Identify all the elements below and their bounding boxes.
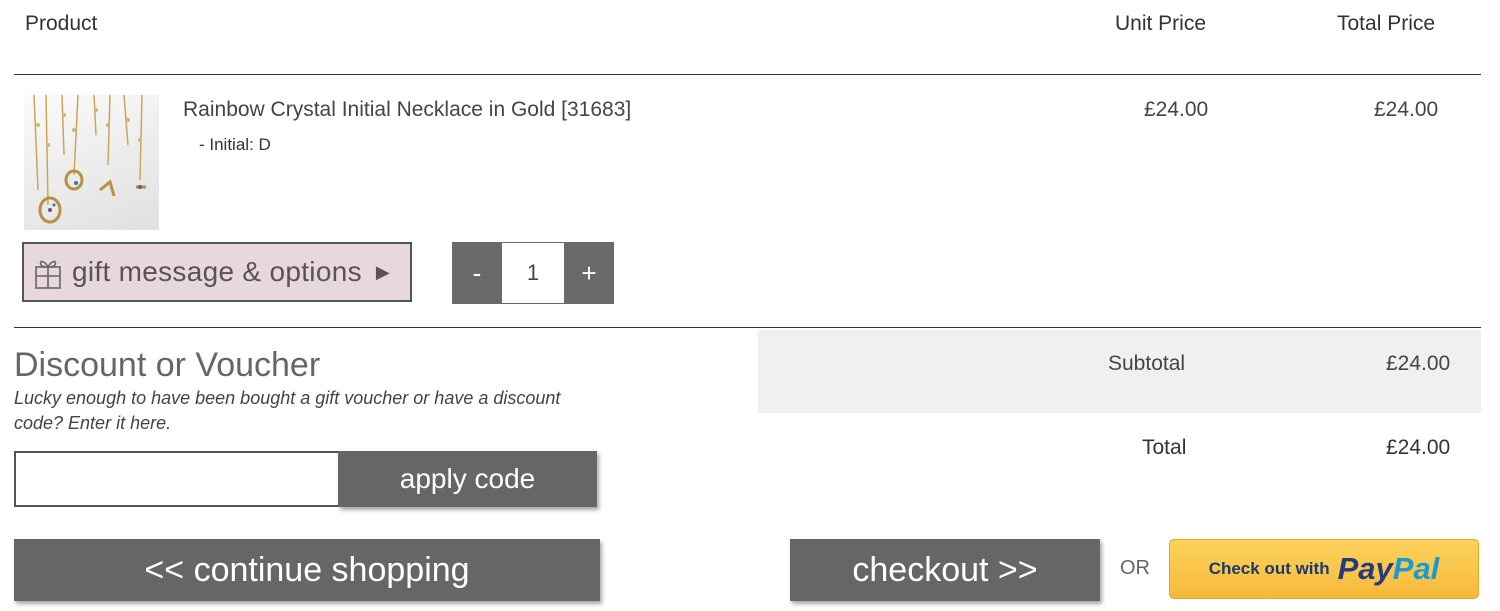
column-header-unit-price: Unit Price	[1115, 12, 1207, 35]
checkout-button[interactable]: checkout >>	[790, 539, 1100, 601]
gift-button-label: gift message & options	[72, 256, 362, 287]
subtotal-label: Subtotal	[1108, 352, 1186, 375]
continue-shopping-button[interactable]: << continue shopping	[14, 539, 600, 601]
product-image[interactable]	[24, 95, 159, 230]
gift-message-options-button[interactable]: gift message & options ▶	[22, 242, 412, 302]
item-divider	[14, 327, 1481, 328]
quantity-decrease-button[interactable]: -	[452, 242, 502, 304]
unit-price: £24.00	[1144, 98, 1209, 121]
paypal-prefix-label: Check out with	[1208, 559, 1330, 578]
product-name-link[interactable]: Rainbow Crystal Initial Necklace in Gold…	[183, 98, 631, 122]
discount-code-input[interactable]	[14, 451, 340, 507]
discount-description: Lucky enough to have been bought a gift …	[14, 388, 561, 433]
subtotal-value: £24.00	[1386, 352, 1451, 375]
quantity-input[interactable]: 1	[502, 242, 564, 304]
column-header-product: Product	[25, 12, 98, 35]
gift-icon	[35, 260, 61, 289]
play-arrow-icon: ▶	[375, 261, 390, 282]
total-label: Total	[1142, 436, 1187, 459]
apply-code-button[interactable]: apply code	[338, 451, 597, 507]
total-value: £24.00	[1386, 436, 1451, 459]
quantity-increase-button[interactable]: +	[564, 242, 614, 304]
paypal-logo-pay: Pay	[1337, 551, 1393, 586]
necklace-product-photo-icon	[33, 95, 146, 224]
product-option-initial: - Initial: D	[199, 135, 271, 154]
or-separator: OR	[1120, 557, 1150, 579]
paypal-logo-pal: Pal	[1392, 551, 1440, 586]
paypal-checkout-button[interactable]: Check out with Pay Pal	[1169, 539, 1479, 599]
discount-title: Discount or Voucher	[14, 346, 321, 384]
header-divider	[14, 74, 1481, 75]
line-total-price: £24.00	[1374, 98, 1439, 121]
column-header-total-price: Total Price	[1337, 12, 1436, 35]
